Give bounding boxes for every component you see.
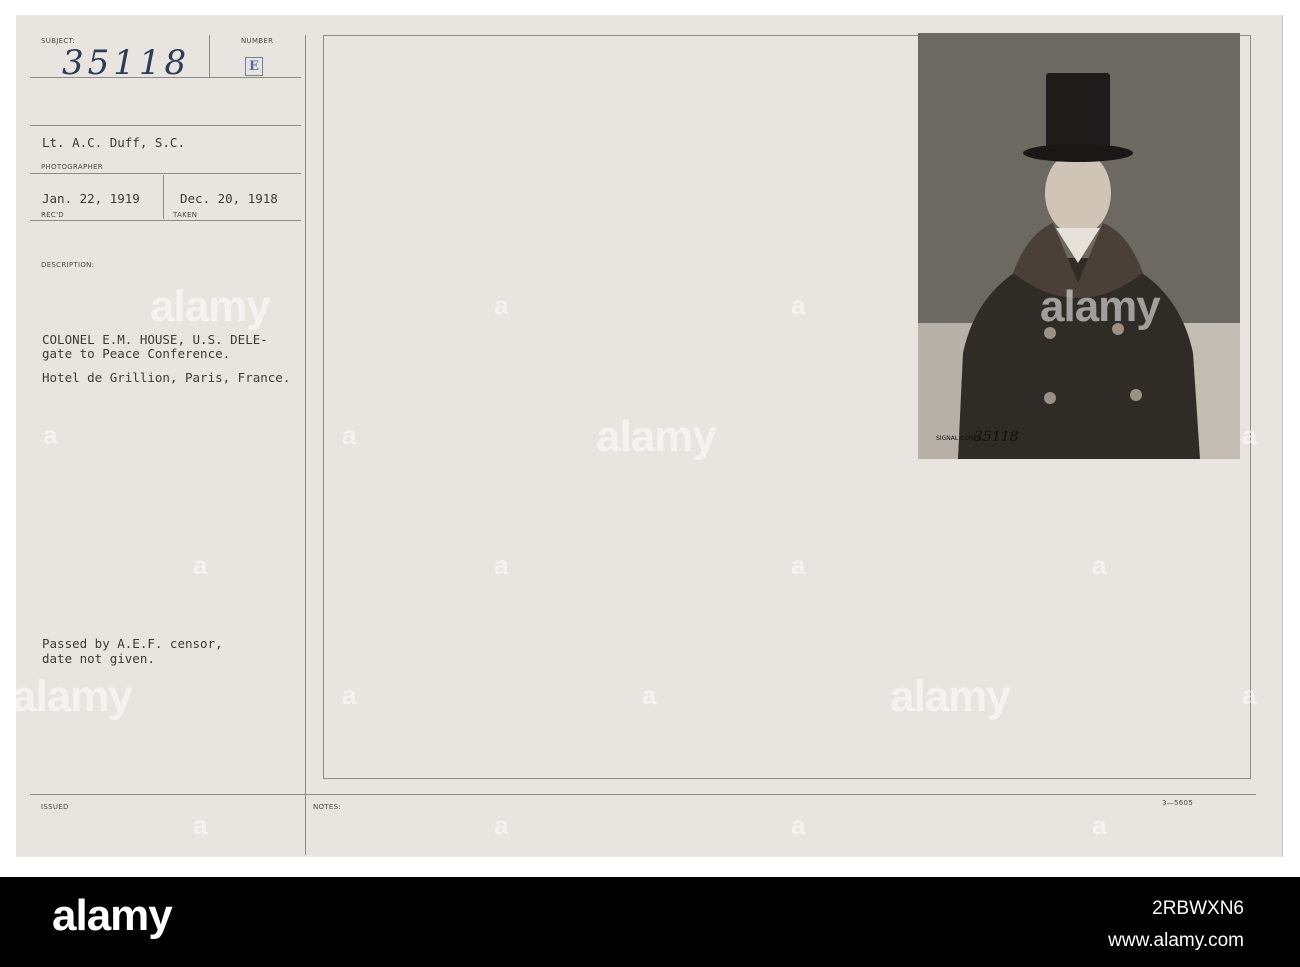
photographer-label: PHOTOGRAPHER — [41, 163, 103, 171]
watermark-letter: a — [342, 420, 357, 450]
footer-logo: alamy — [52, 891, 173, 940]
taken-date: Dec. 20, 1918 — [180, 191, 278, 206]
rule-photographer — [30, 125, 301, 126]
watermark-letter: a — [791, 550, 806, 580]
received-label: REC'D — [41, 211, 64, 219]
watermark-letter: a — [791, 810, 806, 840]
watermark-letter: a — [342, 680, 357, 710]
photographer-name: Lt. A.C. Duff, S.C. — [42, 135, 185, 150]
rule-dates — [30, 220, 301, 221]
censor-line-2: date not given. — [42, 651, 155, 666]
watermark-letter: a — [193, 810, 208, 840]
watermark-letter: a — [494, 550, 509, 580]
description-line-2: gate to Peace Conference. — [42, 346, 231, 361]
censor-line-1: Passed by A.E.F. censor, — [42, 636, 223, 651]
description-line-1: COLONEL E.M. HOUSE, U.S. DELE- — [42, 332, 268, 347]
footer-url[interactable]: www.alamy.com — [1108, 930, 1244, 952]
watermark-large-5: alamy — [890, 672, 1011, 721]
number-label: NUMBER — [241, 37, 274, 45]
watermark-large-1: alamy — [150, 282, 271, 331]
watermark-letter: a — [193, 550, 208, 580]
image-id: 2RBWXN6 — [1152, 898, 1244, 919]
issued-label: ISSUED — [41, 803, 69, 811]
description-label: DESCRIPTION: — [41, 261, 95, 269]
form-code: 3—5605 — [1162, 799, 1194, 807]
watermark-letter: a — [1242, 420, 1257, 450]
subject-number: 35118 — [62, 43, 191, 83]
watermark-letter: a — [1092, 810, 1107, 840]
taken-label: TAKEN — [173, 211, 198, 219]
watermark-letter: a — [494, 290, 509, 320]
notes-label: NOTES: — [313, 803, 342, 811]
rule-issued — [30, 794, 1256, 795]
watermark-letter: a — [494, 810, 509, 840]
left-column-border — [305, 35, 306, 855]
watermark-large-4: alamy — [12, 672, 133, 721]
stock-footer: alamy 2RBWXN6 www.alamy.com — [0, 877, 1300, 967]
watermark-letter: a — [1242, 680, 1257, 710]
description-line-3: Hotel de Grillion, Paris, France. — [42, 370, 291, 385]
subject-divider — [209, 35, 210, 77]
watermark-letter: a — [1092, 550, 1107, 580]
watermark-letter: a — [43, 420, 58, 450]
received-date: Jan. 22, 1919 — [42, 191, 140, 206]
portrait-photo: SIGNAL CORPS 35118 — [918, 33, 1240, 459]
watermark-letter: a — [791, 290, 806, 320]
rule-photographer-2 — [30, 173, 301, 174]
portrait-illustration — [918, 33, 1240, 459]
number-stamp: E — [245, 57, 263, 76]
watermark-large-2: alamy — [596, 412, 717, 461]
date-divider — [163, 175, 164, 219]
watermark-letter: a — [642, 680, 657, 710]
photo-number: 35118 — [974, 429, 1019, 445]
watermark-large-3: alamy — [1040, 282, 1161, 331]
